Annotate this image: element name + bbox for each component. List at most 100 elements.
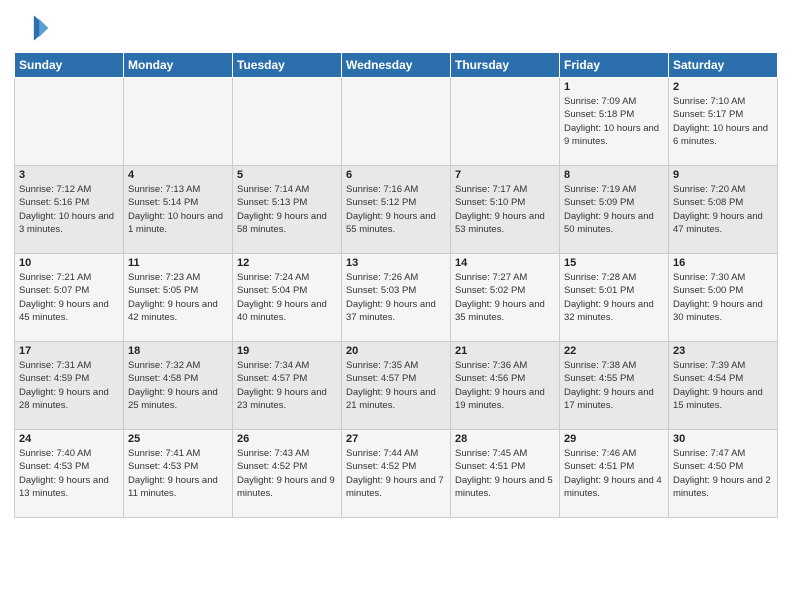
weekday-header: Monday <box>124 53 233 78</box>
calendar-table: SundayMondayTuesdayWednesdayThursdayFrid… <box>14 52 778 518</box>
calendar-cell: 3 Sunrise: 7:12 AM Sunset: 5:16 PM Daylig… <box>15 166 124 254</box>
day-number: 19 <box>237 345 337 357</box>
day-info: Sunrise: 7:12 AM Sunset: 5:16 PM Dayligh… <box>19 183 119 236</box>
day-info: Sunrise: 7:32 AM Sunset: 4:58 PM Dayligh… <box>128 359 228 412</box>
day-info: Sunrise: 7:13 AM Sunset: 5:14 PM Dayligh… <box>128 183 228 236</box>
calendar-cell: 5Sunrise: 7:14 AM Sunset: 5:13 PM Daylig… <box>233 166 342 254</box>
calendar-week-row: 17 Sunrise: 7:31 AM Sunset: 4:59 PM Dayli… <box>15 342 778 430</box>
day-number: 18 <box>128 345 228 357</box>
weekday-header: Thursday <box>451 53 560 78</box>
calendar-cell: 24Sunrise: 7:40 AM Sunset: 4:53 PM Dayli… <box>15 430 124 518</box>
day-info: Sunrise: 7:16 AM Sunset: 5:12 PM Dayligh… <box>346 183 446 236</box>
day-number: 21 <box>455 345 555 357</box>
calendar-cell: 16 Sunrise: 7:30 AM Sunset: 5:00 PM Dayli… <box>669 254 778 342</box>
day-info: Sunrise: 7:24 AM Sunset: 5:04 PM Dayligh… <box>237 271 337 324</box>
day-info: Sunrise: 7:44 AM Sunset: 4:52 PM Dayligh… <box>346 447 446 500</box>
calendar-cell: 8 Sunrise: 7:19 AM Sunset: 5:09 PM Daylig… <box>560 166 669 254</box>
day-number: 10 <box>19 257 119 269</box>
calendar-cell: 23 Sunrise: 7:39 AM Sunset: 4:54 PM Dayli… <box>669 342 778 430</box>
calendar-cell: 9 Sunrise: 7:20 AM Sunset: 5:08 PM Daylig… <box>669 166 778 254</box>
page-container: SundayMondayTuesdayWednesdayThursdayFrid… <box>0 0 792 524</box>
calendar-cell: 4 Sunrise: 7:13 AM Sunset: 5:14 PM Daylig… <box>124 166 233 254</box>
day-info: Sunrise: 7:21 AM Sunset: 5:07 PM Dayligh… <box>19 271 119 324</box>
day-number: 9 <box>673 169 773 181</box>
day-info: Sunrise: 7:34 AM Sunset: 4:57 PM Dayligh… <box>237 359 337 412</box>
calendar-cell: 2Sunrise: 7:10 AM Sunset: 5:17 PM Daylig… <box>669 78 778 166</box>
weekday-header: Wednesday <box>342 53 451 78</box>
day-number: 7 <box>455 169 555 181</box>
day-number: 4 <box>128 169 228 181</box>
day-number: 28 <box>455 433 555 445</box>
day-number: 3 <box>19 169 119 181</box>
day-info: Sunrise: 7:47 AM Sunset: 4:50 PM Dayligh… <box>673 447 773 500</box>
day-number: 29 <box>564 433 664 445</box>
day-info: Sunrise: 7:43 AM Sunset: 4:52 PM Dayligh… <box>237 447 337 500</box>
calendar-cell <box>124 78 233 166</box>
calendar-cell <box>451 78 560 166</box>
calendar-cell: 26 Sunrise: 7:43 AM Sunset: 4:52 PM Dayli… <box>233 430 342 518</box>
day-number: 8 <box>564 169 664 181</box>
calendar-cell: 11 Sunrise: 7:23 AM Sunset: 5:05 PM Dayli… <box>124 254 233 342</box>
day-number: 30 <box>673 433 773 445</box>
calendar-cell: 30 Sunrise: 7:47 AM Sunset: 4:50 PM Dayli… <box>669 430 778 518</box>
weekday-header: Friday <box>560 53 669 78</box>
day-number: 22 <box>564 345 664 357</box>
calendar-week-row: 10 Sunrise: 7:21 AM Sunset: 5:07 PM Dayli… <box>15 254 778 342</box>
calendar-week-row: 3 Sunrise: 7:12 AM Sunset: 5:16 PM Daylig… <box>15 166 778 254</box>
calendar-cell: 15Sunrise: 7:28 AM Sunset: 5:01 PM Dayli… <box>560 254 669 342</box>
day-number: 20 <box>346 345 446 357</box>
weekday-header: Tuesday <box>233 53 342 78</box>
calendar-cell: 6 Sunrise: 7:16 AM Sunset: 5:12 PM Daylig… <box>342 166 451 254</box>
day-info: Sunrise: 7:35 AM Sunset: 4:57 PM Dayligh… <box>346 359 446 412</box>
day-info: Sunrise: 7:27 AM Sunset: 5:02 PM Dayligh… <box>455 271 555 324</box>
day-number: 17 <box>19 345 119 357</box>
calendar-cell: 19 Sunrise: 7:34 AM Sunset: 4:57 PM Dayli… <box>233 342 342 430</box>
calendar-cell: 1 Sunrise: 7:09 AM Sunset: 5:18 PM Daylig… <box>560 78 669 166</box>
day-info: Sunrise: 7:46 AM Sunset: 4:51 PM Dayligh… <box>564 447 664 500</box>
day-number: 25 <box>128 433 228 445</box>
calendar-cell <box>233 78 342 166</box>
calendar-cell <box>15 78 124 166</box>
day-number: 23 <box>673 345 773 357</box>
calendar-cell: 7 Sunrise: 7:17 AM Sunset: 5:10 PM Daylig… <box>451 166 560 254</box>
logo-icon <box>14 10 50 46</box>
day-info: Sunrise: 7:20 AM Sunset: 5:08 PM Dayligh… <box>673 183 773 236</box>
day-number: 14 <box>455 257 555 269</box>
calendar-week-row: 1 Sunrise: 7:09 AM Sunset: 5:18 PM Daylig… <box>15 78 778 166</box>
day-number: 11 <box>128 257 228 269</box>
day-info: Sunrise: 7:31 AM Sunset: 4:59 PM Dayligh… <box>19 359 119 412</box>
day-info: Sunrise: 7:38 AM Sunset: 4:55 PM Dayligh… <box>564 359 664 412</box>
calendar-cell: 18 Sunrise: 7:32 AM Sunset: 4:58 PM Dayli… <box>124 342 233 430</box>
day-info: Sunrise: 7:40 AM Sunset: 4:53 PM Dayligh… <box>19 447 119 500</box>
logo <box>14 10 54 46</box>
day-info: Sunrise: 7:30 AM Sunset: 5:00 PM Dayligh… <box>673 271 773 324</box>
weekday-header: Sunday <box>15 53 124 78</box>
day-info: Sunrise: 7:41 AM Sunset: 4:53 PM Dayligh… <box>128 447 228 500</box>
day-number: 26 <box>237 433 337 445</box>
calendar-cell: 27 Sunrise: 7:44 AM Sunset: 4:52 PM Dayli… <box>342 430 451 518</box>
day-info: Sunrise: 7:36 AM Sunset: 4:56 PM Dayligh… <box>455 359 555 412</box>
calendar-cell: 14 Sunrise: 7:27 AM Sunset: 5:02 PM Dayli… <box>451 254 560 342</box>
calendar-cell: 13 Sunrise: 7:26 AM Sunset: 5:03 PM Dayli… <box>342 254 451 342</box>
day-info: Sunrise: 7:17 AM Sunset: 5:10 PM Dayligh… <box>455 183 555 236</box>
calendar-header-row: SundayMondayTuesdayWednesdayThursdayFrid… <box>15 53 778 78</box>
calendar-cell <box>342 78 451 166</box>
weekday-header: Saturday <box>669 53 778 78</box>
day-info: Sunrise: 7:39 AM Sunset: 4:54 PM Dayligh… <box>673 359 773 412</box>
day-number: 12 <box>237 257 337 269</box>
day-info: Sunrise: 7:19 AM Sunset: 5:09 PM Dayligh… <box>564 183 664 236</box>
day-number: 1 <box>564 81 664 93</box>
day-number: 5 <box>237 169 337 181</box>
day-number: 6 <box>346 169 446 181</box>
day-number: 2 <box>673 81 773 93</box>
day-number: 13 <box>346 257 446 269</box>
calendar-body: 1 Sunrise: 7:09 AM Sunset: 5:18 PM Daylig… <box>15 78 778 518</box>
calendar-cell: 12 Sunrise: 7:24 AM Sunset: 5:04 PM Dayli… <box>233 254 342 342</box>
day-number: 16 <box>673 257 773 269</box>
day-info: Sunrise: 7:09 AM Sunset: 5:18 PM Dayligh… <box>564 95 664 148</box>
day-info: Sunrise: 7:23 AM Sunset: 5:05 PM Dayligh… <box>128 271 228 324</box>
day-number: 27 <box>346 433 446 445</box>
calendar-cell: 21 Sunrise: 7:36 AM Sunset: 4:56 PM Dayli… <box>451 342 560 430</box>
calendar-cell: 25 Sunrise: 7:41 AM Sunset: 4:53 PM Dayli… <box>124 430 233 518</box>
day-info: Sunrise: 7:26 AM Sunset: 5:03 PM Dayligh… <box>346 271 446 324</box>
